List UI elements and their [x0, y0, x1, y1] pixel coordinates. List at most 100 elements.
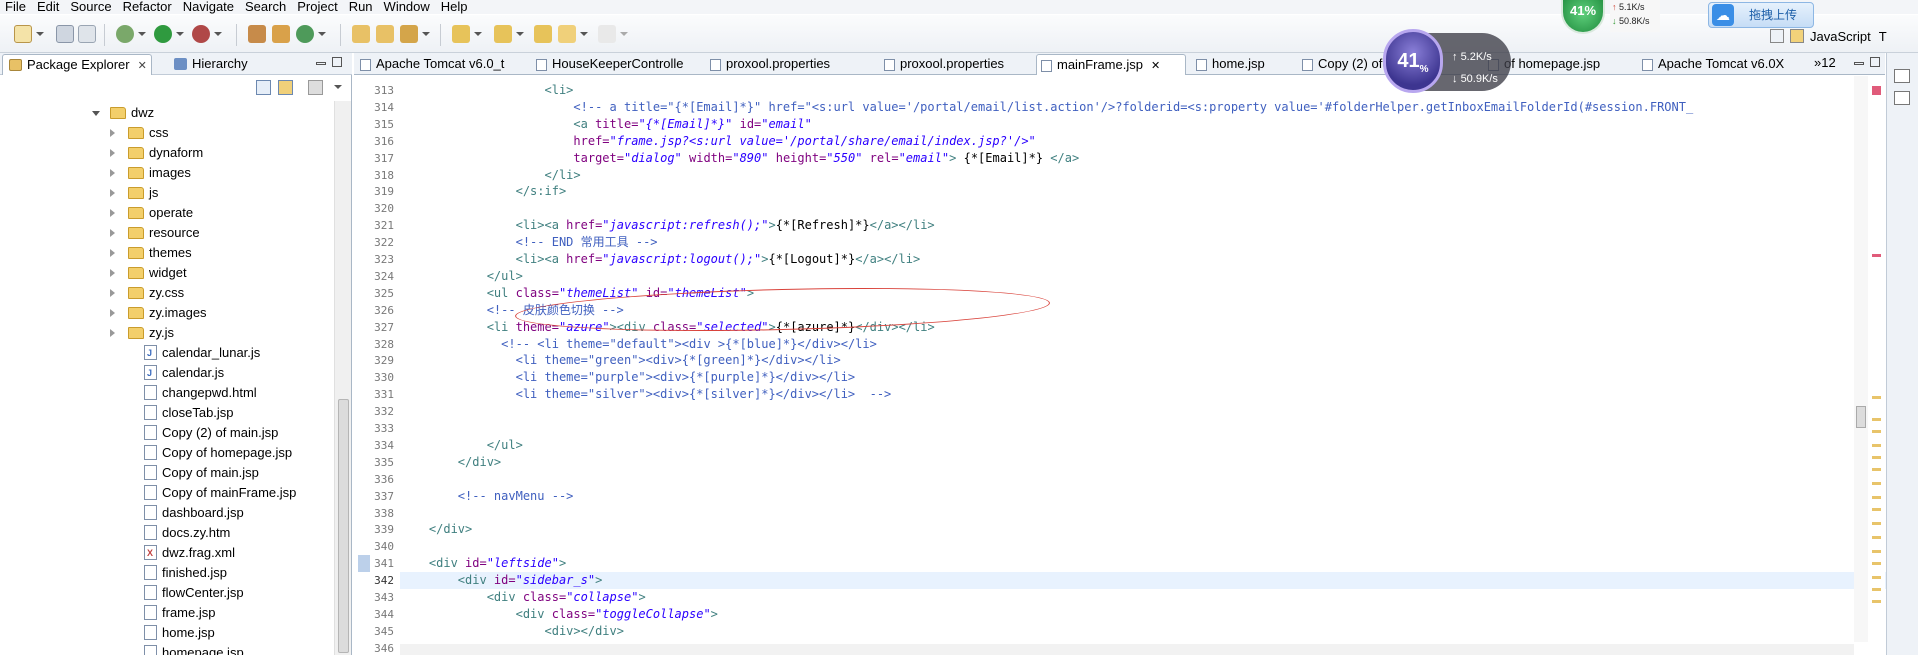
code-line[interactable]: <li theme="green"><div>{*[green]*}</div>…	[400, 352, 1908, 369]
external-tools-dropdown-icon[interactable]	[214, 32, 222, 36]
code-line[interactable]: <li theme="silver"><div>{*[silver]*}</di…	[400, 386, 1908, 403]
tree-folder[interactable]: widget	[0, 263, 334, 283]
debug-icon[interactable]	[116, 25, 134, 43]
code-line[interactable]: <li><a href="javascript:logout();">{*[Lo…	[400, 251, 1908, 268]
tree-file[interactable]: finished.jsp	[0, 563, 334, 583]
editor-horizontal-scrollbar[interactable]	[400, 644, 1854, 655]
tree-file[interactable]: dwz.frag.xml	[0, 543, 334, 563]
tree-folder[interactable]: zy.js	[0, 323, 334, 343]
occurrence-marker[interactable]	[1872, 550, 1881, 553]
new-web-icon[interactable]	[296, 25, 314, 43]
editor-tab[interactable]: home.jsp	[1192, 54, 1292, 75]
collapsed-chevron-icon[interactable]	[110, 249, 115, 257]
tree-file[interactable]: frame.jsp	[0, 603, 334, 623]
tree-folder[interactable]: zy.css	[0, 283, 334, 303]
minimize-icon[interactable]	[316, 62, 326, 65]
code-line[interactable]: </div>	[400, 521, 1908, 538]
maximize-icon[interactable]	[1870, 57, 1880, 67]
menu-source[interactable]: Source	[65, 0, 117, 14]
tree-folder[interactable]: css	[0, 123, 334, 143]
tree-file[interactable]: closeTab.jsp	[0, 403, 334, 423]
editor-vertical-scrollbar[interactable]	[1854, 76, 1868, 642]
code-line[interactable]: <!-- 皮肤颜色切换 -->	[400, 302, 1908, 319]
collapsed-chevron-icon[interactable]	[110, 169, 115, 177]
collapsed-chevron-icon[interactable]	[110, 189, 115, 197]
code-line[interactable]: </s:if>	[400, 183, 1908, 200]
code-line[interactable]: <div id="sidebar_s">	[400, 572, 1908, 590]
tree-folder[interactable]: themes	[0, 243, 334, 263]
collapsed-chevron-icon[interactable]	[110, 329, 115, 337]
tree-folder[interactable]: operate	[0, 203, 334, 223]
editor-tab[interactable]: mainFrame.jsp ✕	[1036, 54, 1186, 75]
forward-icon[interactable]	[598, 25, 616, 43]
collapsed-chevron-icon[interactable]	[110, 289, 115, 297]
code-line[interactable]: <li><a href="javascript:refresh();">{*[R…	[400, 217, 1908, 234]
code-editor[interactable]: <li> <!-- a title="{*[Email]*}" href="<s…	[400, 76, 1908, 642]
occurrence-marker[interactable]	[1872, 562, 1881, 565]
tree-file[interactable]: Copy of homepage.jsp	[0, 443, 334, 463]
menu-help[interactable]: Help	[436, 0, 474, 14]
editor-scroll-thumb[interactable]	[1856, 406, 1866, 428]
resource-monitor-ball[interactable]: 41%	[1383, 29, 1443, 93]
code-line[interactable]: <!-- END 常用工具 -->	[400, 234, 1908, 251]
occurrence-marker[interactable]	[1872, 536, 1881, 539]
tab-overflow[interactable]: »12	[1814, 55, 1836, 70]
menu-file[interactable]: File	[0, 0, 32, 14]
tree-scrollbar[interactable]	[334, 101, 351, 655]
new-web-dropdown-icon[interactable]	[318, 32, 326, 36]
code-line[interactable]: </div>	[400, 640, 1908, 642]
open-resource-icon[interactable]	[376, 25, 394, 43]
debug-dropdown-icon[interactable]	[138, 32, 146, 36]
error-marker[interactable]	[1872, 86, 1881, 95]
code-line[interactable]: </li>	[400, 167, 1908, 184]
occurrence-marker[interactable]	[1872, 468, 1881, 471]
code-line[interactable]: <!-- <li theme="default"><div >{*[blue]*…	[400, 336, 1908, 353]
occurrence-marker[interactable]	[1872, 430, 1881, 433]
perspective-label[interactable]: JavaScript	[1810, 29, 1871, 44]
search-icon[interactable]	[400, 25, 418, 43]
code-line[interactable]: <div id="leftside">	[400, 555, 1908, 572]
maximize-icon[interactable]	[332, 57, 342, 67]
link-with-editor-icon[interactable]	[278, 80, 293, 95]
tree-file[interactable]: Copy (2) of main.jsp	[0, 423, 334, 443]
tree-file[interactable]: dashboard.jsp	[0, 503, 334, 523]
next-annotation-icon[interactable]	[452, 25, 470, 43]
editor-tab[interactable]: Apache Tomcat v6.0_t	[356, 54, 526, 75]
tree-file[interactable]: flowCenter.jsp	[0, 583, 334, 603]
code-line[interactable]: <!-- a title="{*[Email]*}" href="<s:url …	[400, 99, 1908, 116]
tree-file[interactable]: changepwd.html	[0, 383, 334, 403]
occurrence-marker[interactable]	[1872, 508, 1881, 511]
save-icon[interactable]	[56, 25, 74, 43]
external-tools-icon[interactable]	[192, 25, 210, 43]
tree-folder[interactable]: resource	[0, 223, 334, 243]
tree-file[interactable]: Copy of mainFrame.jsp	[0, 483, 334, 503]
editor-tab[interactable]: proxool.properties	[706, 54, 874, 75]
occurrence-marker[interactable]	[1872, 576, 1881, 579]
code-line[interactable]: <li>	[400, 82, 1908, 99]
warning-marker[interactable]	[1872, 254, 1881, 257]
code-line[interactable]: <li theme="azure"><div class="selected">…	[400, 319, 1908, 336]
collapsed-chevron-icon[interactable]	[110, 129, 115, 137]
tree-file[interactable]: calendar_lunar.js	[0, 343, 334, 363]
collapsed-chevron-icon[interactable]	[110, 209, 115, 217]
new-file-icon[interactable]	[14, 25, 32, 43]
code-line[interactable]: href="frame.jsp?<s:url value='/portal/sh…	[400, 133, 1908, 150]
code-line[interactable]: <div class="collapse">	[400, 589, 1908, 606]
occurrence-marker[interactable]	[1872, 600, 1881, 603]
menu-navigate[interactable]: Navigate	[178, 0, 240, 14]
next-annotation-dropdown-icon[interactable]	[474, 32, 482, 36]
collapsed-chevron-icon[interactable]	[110, 309, 115, 317]
tree-folder[interactable]: dynaform	[0, 143, 334, 163]
code-line[interactable]	[400, 505, 1908, 522]
tree-file[interactable]: Copy of main.jsp	[0, 463, 334, 483]
collapsed-chevron-icon[interactable]	[110, 229, 115, 237]
open-type-icon[interactable]	[352, 25, 370, 43]
occurrence-marker[interactable]	[1872, 456, 1881, 459]
forward-dropdown-icon[interactable]	[620, 32, 628, 36]
tree-file[interactable]: homepage.jsp	[0, 643, 334, 655]
collapse-all-icon[interactable]	[256, 80, 271, 95]
restore-icon[interactable]	[1894, 69, 1910, 83]
view-menu-icon[interactable]	[334, 85, 342, 89]
tree-file[interactable]: docs.zy.htm	[0, 523, 334, 543]
tree-file[interactable]: home.jsp	[0, 623, 334, 643]
